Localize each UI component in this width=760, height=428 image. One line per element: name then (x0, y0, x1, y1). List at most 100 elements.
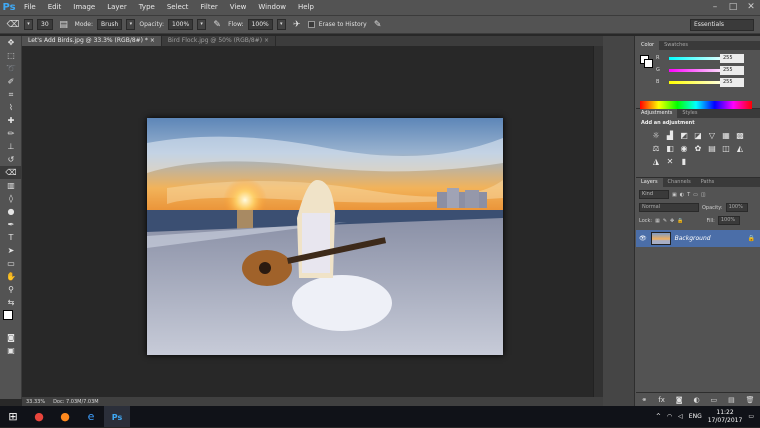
dodge-tool-icon[interactable]: ● (0, 205, 22, 218)
eraser-tool-preset-icon[interactable]: ⌫ (6, 18, 20, 32)
filter-adjust-icon[interactable]: ◐ (680, 192, 684, 198)
filter-type-icon[interactable]: T (687, 192, 690, 198)
exposure-icon[interactable]: ◪ (693, 131, 703, 140)
lock-position-icon[interactable]: ✥ (670, 218, 674, 224)
layer-opacity-field[interactable]: 100% (725, 203, 748, 212)
curves-icon[interactable]: ◩ (679, 131, 689, 140)
channel-value[interactable]: 255 (720, 54, 744, 63)
kind-filter[interactable]: Kind (639, 190, 669, 199)
notifications-icon[interactable]: ▭ (748, 413, 754, 420)
pressure-opacity-icon[interactable]: ✎ (210, 18, 224, 32)
foreground-color[interactable] (3, 310, 13, 320)
brush-tool-icon[interactable]: ✏ (0, 127, 22, 140)
clone-stamp-tool-icon[interactable]: ⊥ (0, 140, 22, 153)
tab-lets-add-birds[interactable]: Let's Add Birds.jpg @ 33.3% (RGB/8#) * × (22, 36, 162, 46)
link-layers-icon[interactable]: ⚭ (641, 396, 647, 404)
slider-b[interactable]: B 255 (636, 77, 760, 89)
zoom-tool-icon[interactable]: ⚲ (0, 283, 22, 296)
doc-info[interactable]: Doc: 7.03M/7.03M (53, 399, 99, 405)
shape-tool-icon[interactable]: ▭ (0, 257, 22, 270)
channel-value[interactable]: 255 (720, 78, 744, 87)
gradient-fill-icon[interactable]: ▮ (679, 157, 689, 166)
volume-icon[interactable]: ◁ (678, 413, 683, 420)
color-balance-icon[interactable]: ⚖ (651, 144, 661, 153)
layer-style-icon[interactable]: fx (658, 396, 665, 404)
levels-icon[interactable]: ▟ (665, 131, 675, 140)
new-layer-icon[interactable]: ▤ (728, 396, 735, 404)
brush-size-field[interactable]: 30 (37, 19, 53, 30)
menu-select[interactable]: Select (161, 0, 195, 15)
default-colors-icon[interactable]: ⇆ (0, 296, 22, 309)
posterize-icon[interactable]: ◭ (735, 144, 745, 153)
slider-g[interactable]: G 255 (636, 65, 760, 77)
type-tool-icon[interactable]: T (0, 231, 22, 244)
photo-filter-icon[interactable]: ◉ (679, 144, 689, 153)
new-group-icon[interactable]: ▭ (711, 396, 718, 404)
internet-explorer-icon[interactable]: e (78, 406, 104, 427)
airbrush-icon[interactable]: ✈ (290, 18, 304, 32)
wifi-icon[interactable]: ◠ (667, 413, 672, 420)
gradient-tool-icon[interactable]: ▥ (0, 179, 22, 192)
blend-mode-select[interactable]: Normal (639, 203, 699, 212)
preset-dropdown-icon[interactable]: ▾ (24, 19, 33, 30)
close-button[interactable]: ✕ (742, 0, 760, 15)
menu-help[interactable]: Help (292, 0, 320, 15)
lasso-tool-icon[interactable]: ➰ (0, 62, 22, 75)
marquee-tool-icon[interactable]: ⬚ (0, 49, 22, 62)
color-swatches[interactable] (0, 309, 21, 331)
fill-field[interactable]: 100% (717, 216, 740, 225)
hand-tool-icon[interactable]: ✋ (0, 270, 22, 283)
menu-window[interactable]: Window (252, 0, 292, 15)
menu-type[interactable]: Type (133, 0, 161, 15)
pen-tool-icon[interactable]: ✒ (0, 218, 22, 231)
flow-field[interactable]: 100% (247, 19, 273, 30)
tray-chevron-icon[interactable]: ^ (656, 413, 661, 420)
minimize-button[interactable]: – (706, 0, 724, 15)
threshold-icon[interactable]: ◮ (651, 157, 661, 166)
firefox-icon[interactable]: ● (52, 406, 78, 427)
menu-view[interactable]: View (224, 0, 253, 15)
menu-filter[interactable]: Filter (194, 0, 223, 15)
menu-image[interactable]: Image (67, 0, 101, 15)
filter-shape-icon[interactable]: ▭ (693, 192, 698, 198)
history-brush-tool-icon[interactable]: ↺ (0, 153, 22, 166)
opacity-dropdown-icon[interactable]: ▾ (197, 19, 207, 30)
add-mask-icon[interactable]: ◙ (676, 396, 683, 404)
tab-close-icon[interactable]: × (264, 37, 269, 44)
flow-dropdown-icon[interactable]: ▾ (276, 19, 286, 30)
mode-select[interactable]: Brush (97, 19, 123, 30)
vibrance-icon[interactable]: ▦ (721, 131, 731, 140)
clock[interactable]: 11:22 17/07/2017 (708, 409, 743, 425)
gradient-map-icon[interactable]: ▽ (707, 131, 717, 140)
layer-row-background[interactable]: 👁 Background 🔒 (636, 230, 760, 247)
path-select-tool-icon[interactable]: ➤ (0, 244, 22, 257)
layer-name[interactable]: Background (675, 235, 711, 242)
lock-pixels-icon[interactable]: ✎ (663, 218, 667, 224)
new-adjustment-icon[interactable]: ◐ (694, 396, 700, 404)
healing-brush-tool-icon[interactable]: ✚ (0, 114, 22, 127)
maximize-button[interactable]: □ (724, 0, 742, 15)
erase-history-checkbox[interactable] (307, 21, 315, 28)
vertical-scrollbar[interactable] (593, 46, 603, 397)
slider-r[interactable]: R 255 (636, 53, 760, 65)
black-white-icon[interactable]: ◧ (665, 144, 675, 153)
lock-all-icon[interactable]: 🔒 (677, 218, 683, 224)
tab-bird-flock[interactable]: Bird Flock.jpg @ 50% (RGB/8#) × (162, 36, 276, 46)
pressure-size-icon[interactable]: ✎ (371, 18, 385, 32)
tab-paths[interactable]: Paths (696, 178, 720, 187)
visibility-eye-icon[interactable]: 👁 (639, 235, 647, 242)
tab-color[interactable]: Color (636, 41, 660, 50)
lock-transparent-icon[interactable]: ▦ (655, 218, 660, 224)
invert-icon[interactable]: ◫ (721, 144, 731, 153)
quick-select-tool-icon[interactable]: ✐ (0, 75, 22, 88)
document-photo[interactable] (147, 118, 503, 355)
brightness-icon[interactable]: ☼ (651, 131, 661, 140)
tab-close-icon[interactable]: × (150, 37, 155, 44)
eraser-tool-icon[interactable]: ⌫ (0, 166, 22, 179)
workspace-switcher[interactable]: Essentials (690, 19, 754, 31)
delete-layer-icon[interactable]: 🗑 (746, 396, 755, 404)
channel-mixer-icon[interactable]: ✿ (693, 144, 703, 153)
screen-mode-icon[interactable]: ▣ (0, 344, 22, 357)
filter-smart-icon[interactable]: ◫ (701, 192, 706, 198)
tab-layers[interactable]: Layers (636, 178, 663, 187)
